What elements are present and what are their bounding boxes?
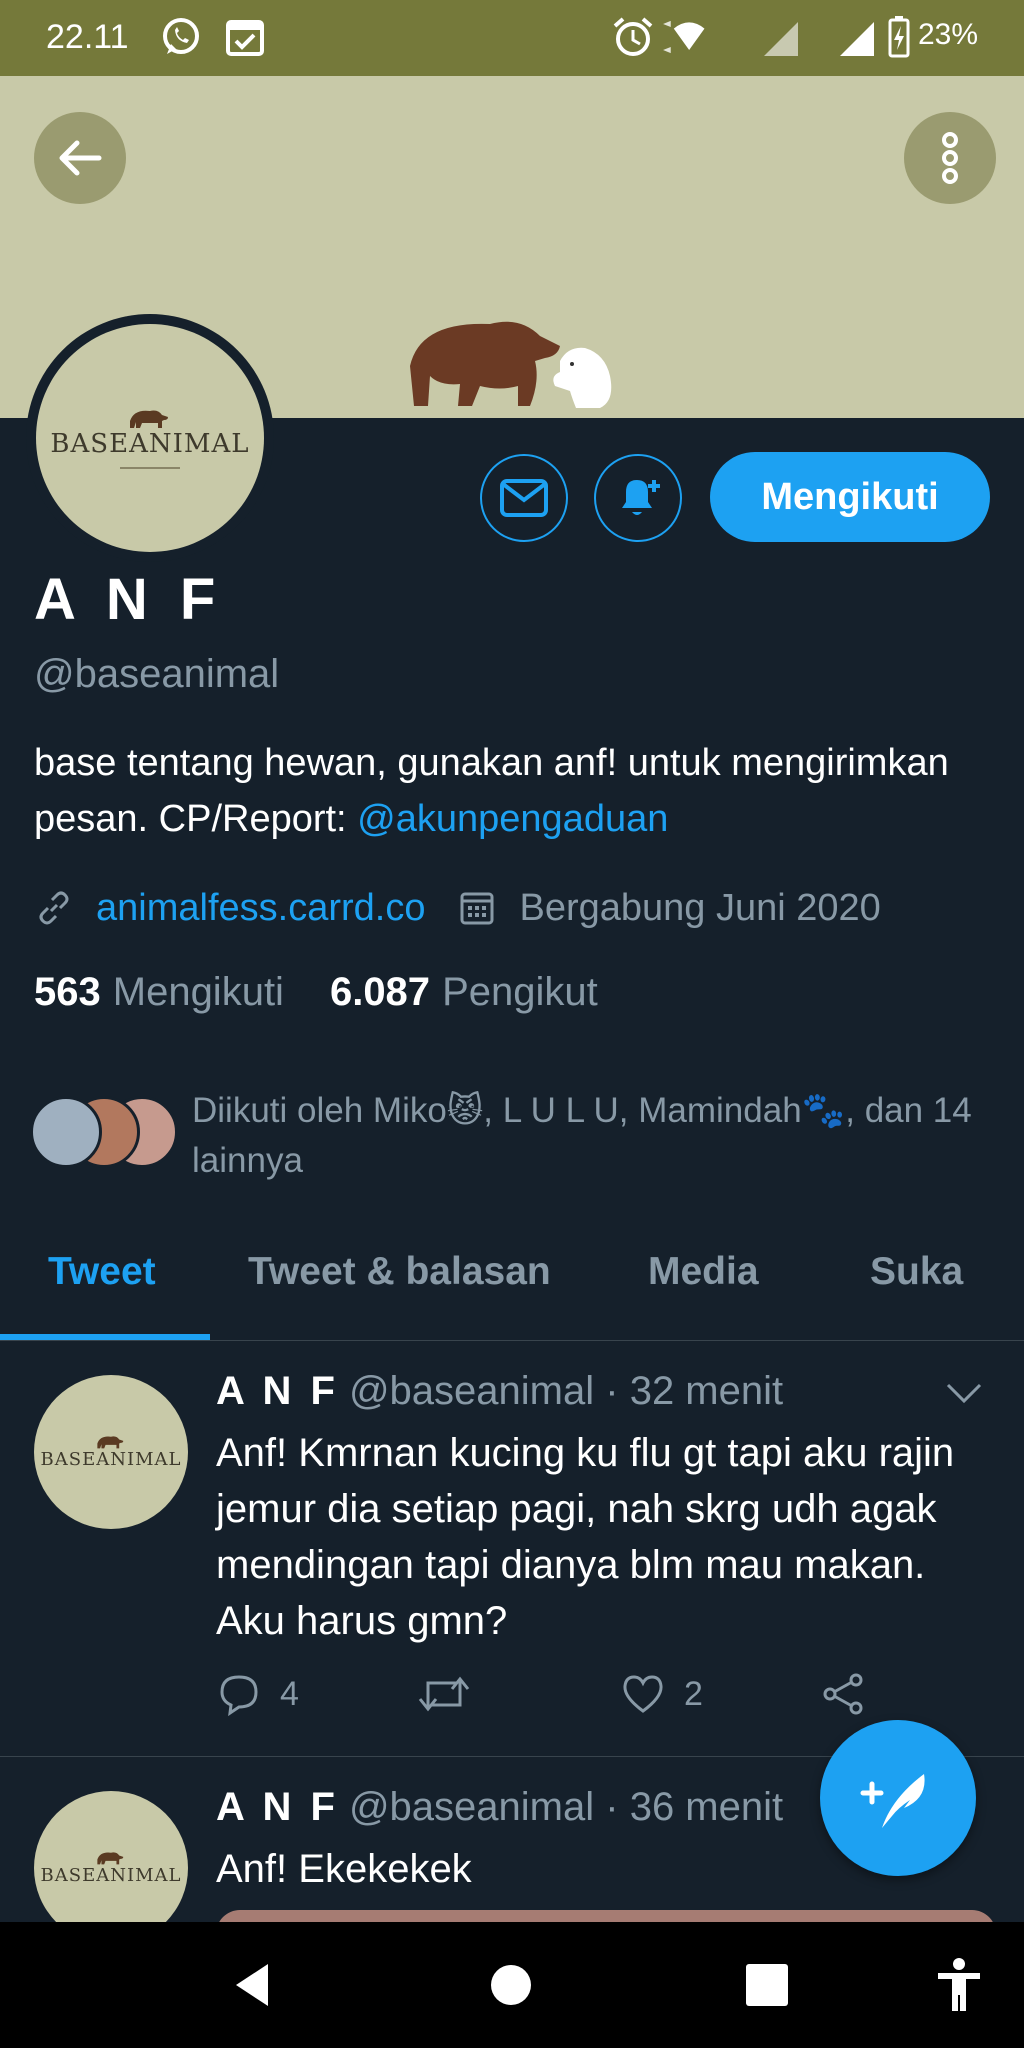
system-nav-bar <box>0 1922 1024 2048</box>
following-count: 563 <box>34 970 101 1014</box>
alarm-icon <box>613 17 653 56</box>
tweet-text: Anf! Kmrnan kucing ku flu gt tapi aku ra… <box>216 1431 955 1643</box>
followed-by-text: Diikuti oleh Miko😾, L U L U, Mamindah🐾, … <box>192 1091 972 1180</box>
bear-logo-icon <box>97 1852 124 1865</box>
notifications-button[interactable] <box>594 454 682 542</box>
bell-plus-icon <box>622 480 660 515</box>
circle-home-icon <box>491 1965 531 2005</box>
compose-feather-icon <box>860 1774 925 1828</box>
message-button[interactable] <box>480 454 568 542</box>
like-button[interactable]: 2 <box>620 1671 703 1717</box>
bear-illustration <box>410 321 612 408</box>
accessibility-button[interactable] <box>926 1952 992 2018</box>
chevron-down-icon[interactable] <box>944 1381 984 1405</box>
tweet-author-handle: @baseanimal <box>348 1785 595 1829</box>
following-count-link[interactable]: 563 Mengikuti <box>34 970 284 1015</box>
retweet-icon <box>418 1676 470 1712</box>
calendar-check-icon <box>226 20 264 56</box>
nav-home-button[interactable] <box>478 1952 544 2018</box>
tweet-header: A N F @baseanimal · 36 menit <box>216 1785 783 1830</box>
reply-button[interactable]: 4 <box>216 1671 299 1717</box>
more-options-button[interactable] <box>904 112 996 204</box>
joined-date: Bergabung Juni 2020 <box>519 886 881 929</box>
share-button[interactable] <box>820 1671 866 1717</box>
active-tab-indicator <box>0 1334 210 1340</box>
followed-by[interactable]: Diikuti oleh Miko😾, L U L U, Mamindah🐾, … <box>30 1086 1010 1186</box>
compose-tweet-button[interactable] <box>820 1720 976 1876</box>
calendar-icon <box>460 892 494 925</box>
square-recents-icon <box>746 1964 788 2006</box>
status-bar: 22.11 23% <box>0 0 1024 76</box>
whatsapp-icon <box>163 18 199 54</box>
tweet-time: · 36 menit <box>605 1785 784 1829</box>
signal-icon <box>764 22 798 56</box>
battery-percent: 23% <box>917 18 978 51</box>
bio-mention-link[interactable]: @akunpengaduan <box>357 798 668 840</box>
logo-underline <box>120 467 180 469</box>
tab-tweet[interactable]: Tweet <box>48 1250 156 1294</box>
followers-count: 6.087 <box>329 970 431 1014</box>
profile-bio: base tentang hewan, gunakan anf! untuk m… <box>34 735 1004 847</box>
triangle-back-icon <box>236 1964 268 2006</box>
tweet-avatar[interactable]: BASEANIMAL <box>34 1375 188 1529</box>
tweet-actions: 4 2 <box>216 1671 896 1731</box>
reply-icon <box>220 1675 258 1717</box>
tweet-author-name: A N F <box>216 1785 339 1829</box>
tab-likes[interactable]: Suka <box>870 1250 963 1294</box>
bear-logo-icon <box>97 1436 124 1449</box>
profile-avatar[interactable]: BASEANIMAL <box>26 314 274 562</box>
tweet-avatar-logo-text: BASEANIMAL <box>40 1865 182 1886</box>
tweet-time: · 32 menit <box>605 1369 784 1413</box>
followers-label: Pengikut <box>442 970 598 1014</box>
accessibility-icon <box>938 1958 980 2011</box>
tweet-author-name: A N F <box>216 1369 339 1413</box>
website-link[interactable]: animalfess.carrd.co <box>96 887 425 930</box>
tweet-header: A N F @baseanimal · 32 menit <box>216 1369 783 1414</box>
followed-by-avatars <box>30 1096 180 1168</box>
following-label: Mengikuti <box>112 970 284 1014</box>
tab-tweet-replies[interactable]: Tweet & balasan <box>248 1250 551 1294</box>
nav-back-button[interactable] <box>220 1952 286 2018</box>
profile-meta: animalfess.carrd.co Bergabung Juni 2020 <box>34 880 881 936</box>
status-time: 22.11 <box>46 18 129 56</box>
avatar-logo: BASEANIMAL <box>36 324 264 552</box>
arrow-left-icon <box>59 140 102 176</box>
like-count: 2 <box>684 1674 703 1713</box>
bear-logo-icon <box>130 410 168 428</box>
wifi-icon <box>663 20 705 54</box>
battery-charging-icon <box>888 16 910 58</box>
followers-count-link[interactable]: 6.087 Pengikut <box>330 970 598 1015</box>
follower-avatar <box>30 1096 102 1168</box>
profile-tabs: Tweet Tweet & balasan Media Suka <box>0 1220 1024 1341</box>
retweet-button[interactable] <box>416 1671 472 1717</box>
envelope-icon <box>500 479 548 517</box>
follow-counts: 563 Mengikuti 6.087 Pengikut <box>34 970 644 1015</box>
share-icon <box>823 1673 863 1715</box>
profile-handle: @baseanimal <box>34 652 280 696</box>
display-name: A N F <box>34 567 224 632</box>
tab-media[interactable]: Media <box>648 1250 759 1294</box>
heart-icon <box>623 1675 663 1713</box>
tweet-author-handle: @baseanimal <box>348 1369 595 1413</box>
reply-count: 4 <box>280 1674 299 1713</box>
tweet[interactable]: BASEANIMAL A N F @baseanimal · 32 menit A… <box>0 1341 1024 1757</box>
follow-button[interactable]: Mengikuti <box>710 452 990 542</box>
back-button[interactable] <box>34 112 126 204</box>
avatar-logo-text: BASEANIMAL <box>50 429 250 459</box>
link-icon <box>39 891 69 925</box>
tweet-avatar-logo-text: BASEANIMAL <box>40 1449 182 1470</box>
nav-recents-button[interactable] <box>734 1952 800 2018</box>
more-vertical-icon <box>942 132 958 184</box>
